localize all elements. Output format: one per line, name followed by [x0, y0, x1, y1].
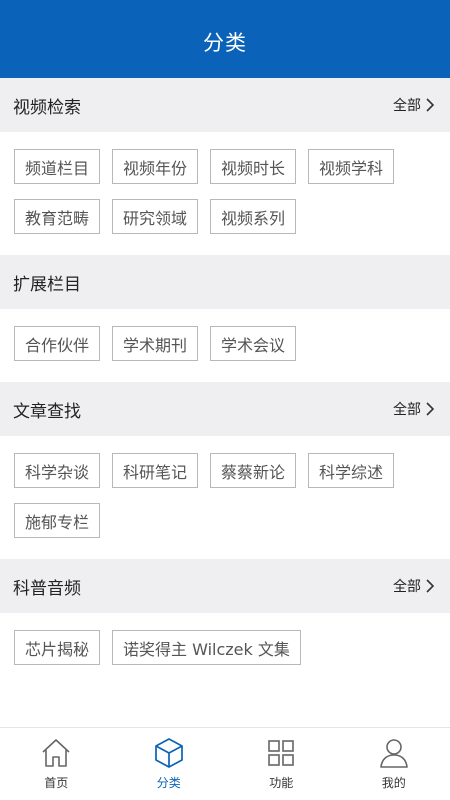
tag-button[interactable]: 科学杂谈 [14, 453, 101, 488]
section-header-article-search: 文章查找 全部 [0, 382, 450, 436]
tag-button[interactable]: 频道栏目 [14, 149, 101, 184]
tag-button[interactable]: 蔡蔡新论 [210, 453, 297, 488]
section-title: 科普音频 [13, 578, 81, 599]
tag-button[interactable]: 视频系列 [210, 199, 297, 234]
tag-list-science-audio: 芯片揭秘 诺奖得主 Wilczek 文集 [0, 613, 450, 686]
tag-button[interactable]: 视频时长 [210, 149, 297, 184]
page-title: 分类 [203, 31, 247, 55]
tag-button[interactable]: 芯片揭秘 [14, 630, 101, 665]
tab-profile[interactable]: 我的 [338, 728, 450, 800]
tag-button[interactable]: 研究领域 [112, 199, 199, 234]
section-more-link[interactable]: 全部 [393, 576, 436, 596]
tab-label: 功能 [269, 776, 294, 790]
tag-button[interactable]: 学术会议 [210, 326, 297, 361]
bottom-tab-bar: 首页 分类 功能 我的 [0, 727, 450, 800]
tag-button[interactable]: 合作伙伴 [14, 326, 101, 361]
grid-icon [268, 740, 295, 766]
section-more-link[interactable]: 全部 [393, 399, 436, 419]
section-title: 文章查找 [13, 401, 81, 422]
tab-home[interactable]: 首页 [0, 728, 113, 800]
tab-label: 首页 [44, 776, 69, 790]
section-header-science-audio: 科普音频 全部 [0, 559, 450, 613]
chevron-right-icon [426, 98, 435, 112]
cube-icon [154, 738, 183, 768]
tab-label: 我的 [381, 776, 406, 790]
section-more-label: 全部 [393, 579, 421, 595]
tag-button[interactable]: 施郁专栏 [14, 503, 101, 538]
tag-button[interactable]: 科学综述 [308, 453, 395, 488]
tab-functions[interactable]: 功能 [225, 728, 338, 800]
user-icon [379, 739, 408, 768]
tag-button[interactable]: 视频年份 [112, 149, 199, 184]
tab-label: 分类 [156, 776, 181, 790]
section-more-link[interactable]: 全部 [393, 95, 436, 115]
section-title: 视频检索 [13, 97, 81, 118]
tag-list-video-search: 频道栏目 视频年份 视频时长 视频学科 教育范畴 研究领域 视频系列 [0, 132, 450, 255]
category-content: 视频检索 全部 频道栏目 视频年份 视频时长 视频学科 教育范畴 研究领域 视频… [0, 78, 450, 686]
chevron-right-icon [426, 402, 435, 416]
app-header: 分类 [0, 0, 450, 78]
tag-button[interactable]: 科研笔记 [112, 453, 199, 488]
tag-list-extended-columns: 合作伙伴 学术期刊 学术会议 [0, 309, 450, 382]
section-header-video-search: 视频检索 全部 [0, 78, 450, 132]
tag-button[interactable]: 教育范畴 [14, 199, 101, 234]
tag-button[interactable]: 诺奖得主 Wilczek 文集 [112, 630, 301, 665]
section-title: 扩展栏目 [13, 274, 81, 295]
tag-button[interactable]: 学术期刊 [112, 326, 199, 361]
home-icon [42, 739, 70, 767]
section-more-label: 全部 [393, 402, 421, 418]
section-header-extended-columns: 扩展栏目 [0, 255, 450, 309]
tab-category[interactable]: 分类 [113, 728, 226, 800]
tag-button[interactable]: 视频学科 [308, 149, 395, 184]
tag-list-article-search: 科学杂谈 科研笔记 蔡蔡新论 科学综述 施郁专栏 [0, 436, 450, 559]
chevron-right-icon [426, 579, 435, 593]
section-more-label: 全部 [393, 98, 421, 114]
